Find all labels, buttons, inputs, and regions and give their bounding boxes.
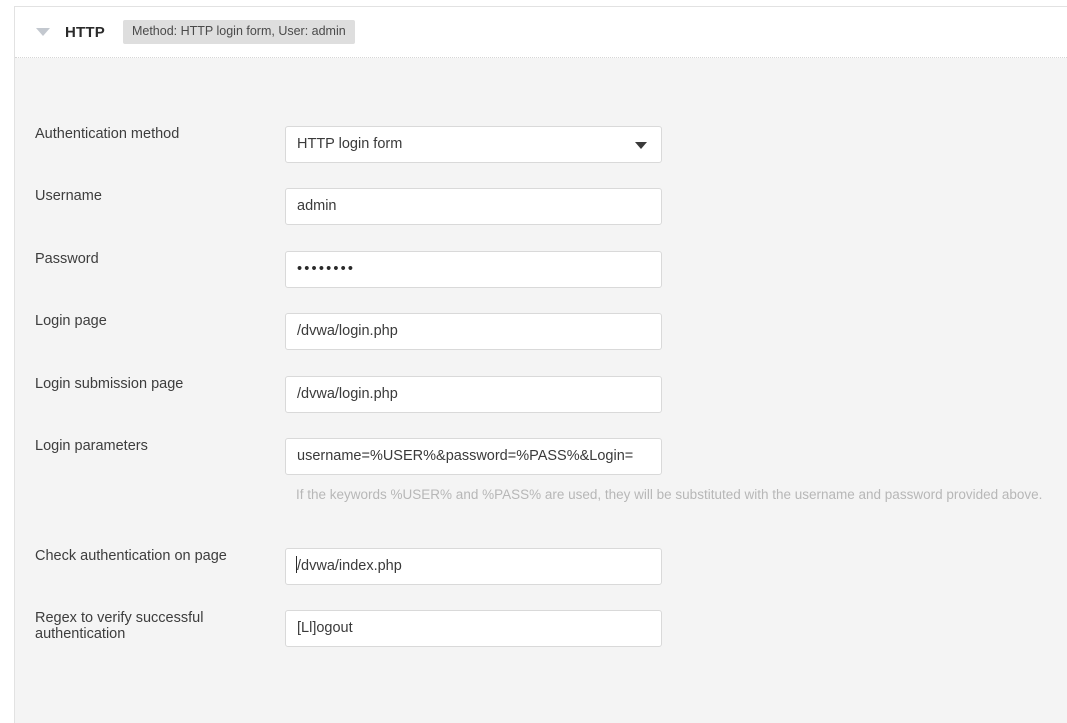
authentication-method-select[interactable]: HTTP login form	[285, 126, 662, 163]
panel-header[interactable]: HTTP Method: HTTP login form, User: admi…	[15, 7, 1067, 58]
panel-summary-badge: Method: HTTP login form, User: admin	[122, 20, 355, 44]
login-page-field-wrap: /dvwa/login.php	[285, 313, 662, 350]
regex-verify-authentication-input[interactable]: [Ll]ogout	[285, 610, 662, 647]
password-input[interactable]: ••••••••	[285, 251, 662, 288]
login-parameters-hint: If the keywords %USER% and %PASS% are us…	[296, 487, 1043, 502]
screen: HTTP Method: HTTP login form, User: admi…	[0, 0, 1067, 723]
check-authentication-on-page-field-wrap: /dvwa/index.php	[285, 548, 662, 585]
label-login-parameters: Login parameters	[35, 438, 148, 454]
password-field-wrap: ••••••••	[285, 251, 662, 288]
login-submission-page-field-wrap: /dvwa/login.php	[285, 376, 662, 413]
login-submission-page-input[interactable]: /dvwa/login.php	[285, 376, 662, 413]
label-authentication-method: Authentication method	[35, 126, 180, 142]
triangle-down-icon[interactable]	[29, 18, 57, 46]
panel-title: HTTP	[65, 23, 105, 41]
username-field-wrap: admin	[285, 188, 662, 225]
login-page-input[interactable]: /dvwa/login.php	[285, 313, 662, 350]
check-authentication-on-page-value: /dvwa/index.php	[297, 558, 402, 574]
chevron-down-icon	[635, 142, 647, 149]
check-authentication-on-page-input[interactable]: /dvwa/index.php	[285, 548, 662, 585]
http-authentication-panel: HTTP Method: HTTP login form, User: admi…	[14, 6, 1067, 723]
login-parameters-input[interactable]: username=%USER%&password=%PASS%&Login=	[285, 438, 662, 475]
label-regex-verify-authentication: Regex to verify successful authenticatio…	[35, 610, 204, 643]
regex-verify-authentication-field-wrap: [Ll]ogout	[285, 610, 662, 647]
label-login-page: Login page	[35, 313, 107, 329]
panel-body: Authentication method HTTP login form Us…	[15, 58, 1067, 723]
label-check-authentication-on-page: Check authentication on page	[35, 548, 227, 564]
label-password: Password	[35, 251, 99, 267]
authentication-method-value: HTTP login form	[297, 136, 403, 152]
label-login-submission-page: Login submission page	[35, 376, 184, 392]
password-masked-value: ••••••••	[297, 261, 356, 277]
label-username: Username	[35, 188, 102, 204]
login-parameters-field-wrap: username=%USER%&password=%PASS%&Login=	[285, 438, 662, 475]
username-input[interactable]: admin	[285, 188, 662, 225]
triangle-down-glyph	[36, 28, 50, 36]
authentication-method-select-wrap: HTTP login form	[285, 126, 662, 163]
